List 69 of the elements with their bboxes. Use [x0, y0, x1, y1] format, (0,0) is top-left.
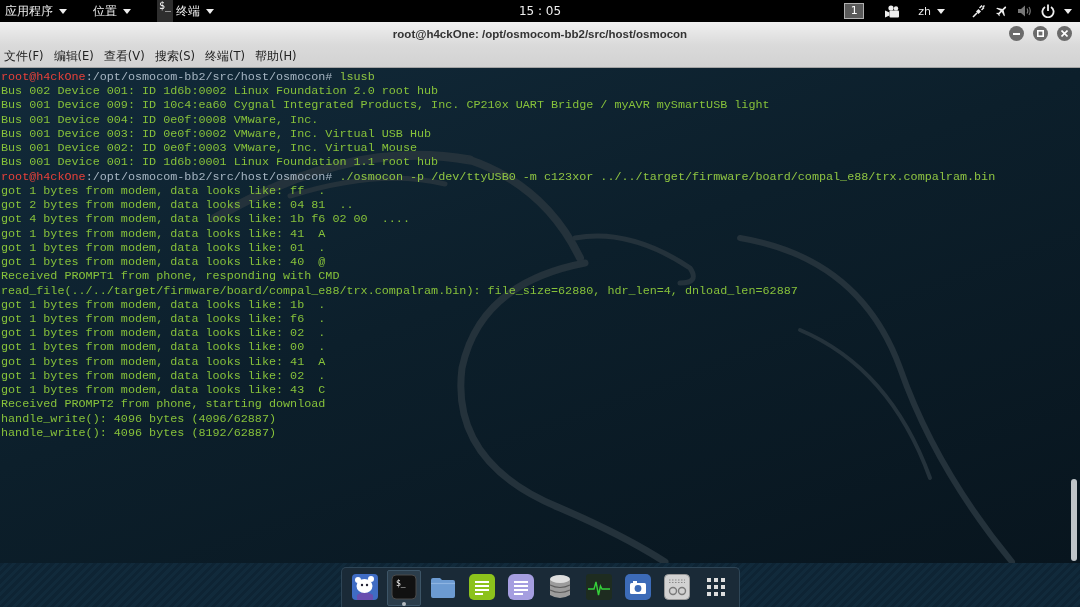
output-line: Bus 001 Device 004: ID 0e0f:0008 VMware, Inc.: [1, 112, 319, 127]
output-line: got 1 bytes from modem, data looks like: 41 A: [1, 226, 326, 241]
maximize-icon: [1037, 30, 1044, 37]
close-button[interactable]: [1057, 26, 1072, 41]
output-line: got 1 bytes from modem, data looks like: 02 .: [1, 326, 326, 341]
output-line: got 1 bytes from modem, data looks like: 40 @: [1, 255, 326, 270]
menu-item[interactable]: 文件(F): [4, 48, 44, 64]
text-editor-icon: [507, 573, 534, 600]
output-line: Bus 002 Device 001: ID 1d6b:0002 Linux Foundation 2.0 root hub: [1, 84, 439, 99]
command-text: lsusb: [339, 70, 375, 84]
panel-menu[interactable]: 应用程序: [5, 0, 67, 22]
power-icon[interactable]: [1041, 4, 1055, 18]
menu-item[interactable]: 查看(V): [103, 48, 145, 64]
video-camera-icon[interactable]: [885, 4, 900, 18]
prompt-path: :/opt/osmocom-bb2/src/host/osmocon#: [85, 169, 333, 184]
maximize-button[interactable]: [1033, 26, 1048, 41]
terminal-icon: $_: [157, 0, 174, 22]
menu-item[interactable]: 搜索(S): [154, 48, 195, 64]
command-text: ./osmocon -p /dev/ttyUSB0 -m c123xor ../../target/firmware/board/compal_e88/trx.compalram.bin: [339, 169, 996, 184]
output-line: Bus 001 Device 002: ID 0e0f:0003 VMware, Inc. Virtual Mouse: [1, 141, 418, 156]
panel-menu[interactable]: 位置: [93, 0, 131, 22]
minimize-button[interactable]: [1009, 26, 1024, 41]
radio-icon: [663, 573, 690, 600]
minimize-icon: [1013, 32, 1020, 35]
prompt-user: root@h4ckOne: [1, 169, 86, 184]
scrollbar-thumb[interactable]: [1071, 479, 1077, 561]
output-line: Bus 001 Device 001: ID 1d6b:0001 Linux Foundation 1.1 root hub: [1, 155, 439, 170]
system-monitor-icon: [585, 573, 612, 600]
output-line: got 1 bytes from modem, data looks like: f6 .: [1, 312, 326, 327]
output-line: got 1 bytes from modem, data looks like: 01 .: [1, 240, 326, 256]
menu-item[interactable]: 帮助(H): [254, 48, 297, 64]
input-method-button[interactable]: zh: [918, 4, 945, 18]
output-line: got 4 bytes from modem, data looks like: 1b f6 02 00 ....: [1, 212, 410, 227]
notes-icon: [468, 573, 495, 600]
menu-item[interactable]: 终端(T): [204, 48, 245, 64]
caret-icon: [937, 8, 945, 14]
caret-icon: [206, 8, 215, 14]
output-line: got 1 bytes from modem, data looks like: 00 .: [1, 340, 326, 355]
output-line: handle_write(): 4096 bytes (8192/62887): [1, 425, 276, 441]
terminal-icon: $_: [390, 573, 417, 600]
output-line: got 1 bytes from modem, data looks like: 43 C: [1, 383, 326, 398]
clock[interactable]: 15 : 05: [518, 4, 562, 18]
menu-item[interactable]: 编辑(E): [53, 48, 94, 64]
window-title: root@h4ckOne: /opt/osmocom-bb2/src/host/osmocon: [392, 27, 688, 40]
mascot-icon: [351, 573, 378, 600]
caret-icon[interactable]: [1064, 8, 1072, 14]
app-menu[interactable]: $_ 终端: [157, 0, 215, 22]
output-line: Received PROMPT2 from phone, starting download: [1, 397, 326, 412]
speaker-icon[interactable]: [1018, 5, 1032, 17]
output-line: read_file(../../target/firmware/board/compal_e88/trx.compalram.bin): file_size=62880, hdr_len=4, dnload_len=62887: [1, 283, 798, 298]
caret-icon: [123, 8, 131, 14]
output-line: got 2 bytes from modem, data looks like: 04 81 ..: [1, 198, 354, 213]
output-line: handle_write(): 4096 bytes (4096/62887): [1, 411, 276, 426]
output-line: Bus 001 Device 009: ID 10c4:ea60 Cygnal Integrated Products, Inc. CP210x UART Bridge / myAVR mySmartUSB light: [1, 98, 770, 113]
prompt-user: root@h4ckOne: [1, 70, 86, 84]
prompt-path: :/opt/osmocom-bb2/src/host/osmocon#: [85, 70, 333, 84]
output-line: got 1 bytes from modem, data looks like: 1b .: [1, 297, 326, 312]
dock-button[interactable]: $_: [386, 569, 421, 606]
plug-icon[interactable]: [972, 4, 986, 18]
output-line: Received PROMPT1 from phone, responding with CMD: [1, 269, 340, 284]
camera-icon: [624, 573, 651, 600]
output-line: got 1 bytes from modem, data looks like: 02 .: [1, 368, 326, 384]
output-line: Bus 001 Device 003: ID 0e0f:0002 VMware, Inc. Virtual USB Hub: [1, 126, 432, 142]
output-line: got 1 bytes from modem, data looks like: ff .: [1, 183, 326, 199]
airplane-icon[interactable]: [995, 4, 1009, 18]
workspace-button[interactable]: 1: [844, 3, 865, 19]
close-icon: [1061, 30, 1068, 37]
caret-icon: [59, 8, 67, 14]
output-line: got 1 bytes from modem, data looks like: 41 A: [1, 354, 326, 369]
